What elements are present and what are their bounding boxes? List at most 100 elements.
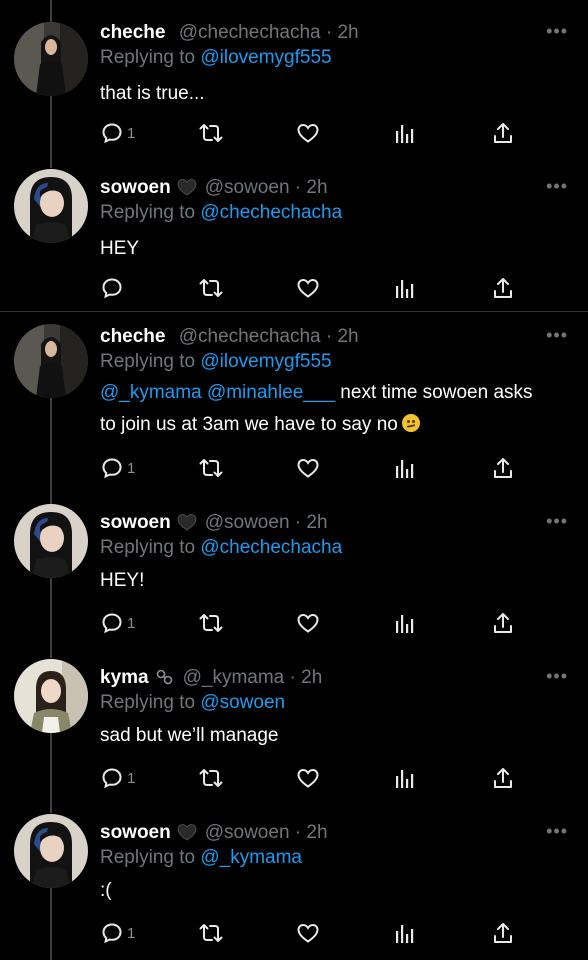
- more-icon[interactable]: •••: [546, 822, 568, 840]
- tweet[interactable]: cheche @chechechacha · 2h ••• Replying t…: [0, 20, 588, 155]
- more-icon[interactable]: •••: [546, 512, 568, 530]
- tweet-actions: 1: [100, 765, 520, 791]
- reply-button[interactable]: 1: [100, 455, 135, 481]
- views-button[interactable]: [394, 610, 416, 636]
- tweet[interactable]: sowoen @sowoen · 2h ••• Replying to @_kym…: [0, 814, 588, 955]
- display-name[interactable]: sowoen: [100, 512, 171, 533]
- share-button[interactable]: [492, 120, 514, 146]
- views-icon: [396, 925, 414, 943]
- reply-button[interactable]: 1: [100, 120, 135, 146]
- timestamp[interactable]: 2h: [306, 822, 327, 843]
- like-button[interactable]: [296, 920, 320, 946]
- display-name[interactable]: cheche: [100, 22, 165, 43]
- share-button[interactable]: [492, 275, 514, 301]
- separator-dot: ·: [289, 667, 296, 688]
- views-button[interactable]: [394, 765, 416, 791]
- retweet-icon: [199, 124, 223, 142]
- separator-dot: ·: [294, 822, 302, 843]
- avatar-sowoen[interactable]: [14, 814, 88, 888]
- retweet-button[interactable]: [198, 765, 224, 791]
- user-handle[interactable]: @_kymama: [183, 667, 285, 688]
- reply-button[interactable]: 1: [100, 920, 135, 946]
- reply-button[interactable]: [100, 275, 124, 301]
- tweet-mention[interactable]: @_kymama: [100, 382, 202, 403]
- like-button[interactable]: [296, 765, 320, 791]
- retweet-icon: [199, 924, 223, 942]
- tweet-mention[interactable]: @minahlee___: [207, 382, 335, 403]
- share-icon: [494, 768, 512, 788]
- timestamp[interactable]: 2h: [337, 22, 358, 43]
- replying-to-mention[interactable]: @ilovemygf555: [200, 47, 331, 68]
- tweet[interactable]: sowoen @sowoen · 2h ••• Replying to @chec…: [0, 504, 588, 645]
- display-name[interactable]: kyma: [100, 667, 149, 688]
- reply-count: 1: [127, 459, 136, 477]
- replying-to: Replying to @_kymama: [100, 845, 302, 871]
- timestamp[interactable]: 2h: [306, 177, 327, 198]
- tweet-header: cheche @chechechacha · 2h: [100, 324, 359, 350]
- avatar-cheche[interactable]: [14, 22, 88, 96]
- share-button[interactable]: [492, 920, 514, 946]
- views-button[interactable]: [394, 275, 416, 301]
- replying-to: Replying to @sowoen: [100, 690, 285, 716]
- retweet-button[interactable]: [198, 120, 224, 146]
- more-icon[interactable]: •••: [546, 22, 568, 40]
- thread-line: [50, 0, 52, 22]
- share-button[interactable]: [492, 455, 514, 481]
- timestamp[interactable]: 2h: [301, 667, 322, 688]
- user-handle[interactable]: @sowoen: [205, 822, 290, 843]
- display-name[interactable]: cheche: [100, 326, 165, 347]
- retweet-button[interactable]: [198, 920, 224, 946]
- display-name[interactable]: sowoen: [100, 177, 171, 198]
- like-button[interactable]: [296, 610, 320, 636]
- avatar-cheche[interactable]: [14, 324, 88, 398]
- like-button[interactable]: [296, 455, 320, 481]
- tweet-text-line1: next time sowoen asks: [335, 382, 533, 403]
- user-handle[interactable]: @sowoen: [205, 177, 290, 198]
- replying-to-label: Replying to: [100, 537, 196, 558]
- tweet-text: :(: [100, 880, 112, 901]
- share-button[interactable]: [492, 765, 514, 791]
- avatar-sowoen[interactable]: [14, 169, 88, 243]
- share-icon: [494, 613, 512, 633]
- like-button[interactable]: [296, 275, 320, 301]
- more-icon[interactable]: •••: [546, 326, 568, 344]
- thread-separator: [0, 311, 588, 312]
- separator-dot: ·: [325, 22, 333, 43]
- retweet-button[interactable]: [198, 610, 224, 636]
- views-button[interactable]: [394, 920, 416, 946]
- replying-to-mention[interactable]: @sowoen: [200, 692, 285, 713]
- share-button[interactable]: [492, 610, 514, 636]
- views-button[interactable]: [394, 455, 416, 481]
- timestamp[interactable]: 2h: [306, 512, 327, 533]
- reply-icon: [102, 123, 122, 144]
- replying-to-mention[interactable]: @_kymama: [200, 847, 302, 868]
- user-handle[interactable]: @chechechacha: [179, 22, 321, 43]
- user-handle[interactable]: @chechechacha: [179, 326, 321, 347]
- tweet[interactable]: kyma @_kymama · 2h ••• Replying to @sowoe…: [0, 659, 588, 800]
- tweet[interactable]: cheche @chechechacha · 2h ••• Replying t…: [0, 324, 588, 494]
- tweet-actions: 1: [100, 610, 520, 636]
- like-icon: [297, 123, 319, 143]
- like-icon: [297, 768, 319, 788]
- more-icon[interactable]: •••: [546, 667, 568, 685]
- reply-button[interactable]: 1: [100, 765, 135, 791]
- timestamp[interactable]: 2h: [337, 326, 358, 347]
- retweet-button[interactable]: [198, 455, 224, 481]
- replying-to-mention[interactable]: @ilovemygf555: [200, 351, 331, 372]
- like-button[interactable]: [296, 120, 320, 146]
- views-button[interactable]: [394, 120, 416, 146]
- tweet[interactable]: sowoen @sowoen · 2h ••• Replying to @chec…: [0, 169, 588, 310]
- replying-to-mention[interactable]: @chechechacha: [200, 202, 342, 223]
- tweet-actions: 1: [100, 120, 520, 146]
- display-name[interactable]: sowoen: [100, 822, 171, 843]
- avatar-kyma[interactable]: [14, 659, 88, 733]
- reply-button[interactable]: 1: [100, 610, 135, 636]
- replying-to-label: Replying to: [100, 47, 196, 68]
- more-icon[interactable]: •••: [546, 177, 568, 195]
- avatar-sowoen[interactable]: [14, 504, 88, 578]
- retweet-icon: [199, 614, 223, 632]
- user-handle[interactable]: @sowoen: [205, 512, 290, 533]
- reply-icon: [102, 278, 122, 299]
- replying-to-mention[interactable]: @chechechacha: [200, 537, 342, 558]
- retweet-button[interactable]: [198, 275, 224, 301]
